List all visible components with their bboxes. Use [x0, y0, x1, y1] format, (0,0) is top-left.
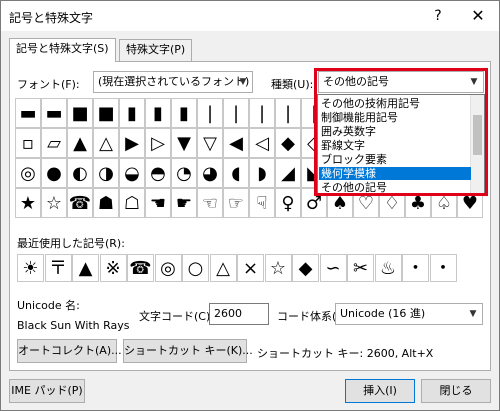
recent-symbol-cell[interactable]: ☆: [264, 254, 292, 282]
shortcut-key-button[interactable]: ショートカット キー(K)...: [123, 339, 253, 363]
symbol-cell[interactable]: ▫: [15, 128, 41, 158]
close-window-button[interactable]: ✕: [465, 5, 491, 27]
title-bar: 記号と特殊文字 ? ✕: [1, 1, 499, 31]
symbol-cell[interactable]: ◁: [249, 128, 275, 158]
symbol-cell[interactable]: |: [223, 98, 249, 128]
autocorrect-button[interactable]: オートコレクト(A)...: [17, 339, 122, 363]
symbol-cell[interactable]: ▼: [171, 128, 197, 158]
help-button[interactable]: ?: [425, 5, 451, 27]
symbol-cell[interactable]: ☗: [93, 188, 119, 218]
symbol-cell[interactable]: ◕: [197, 158, 223, 188]
symbol-cell[interactable]: ☎: [67, 188, 93, 218]
symbol-cell[interactable]: ◑: [93, 158, 119, 188]
tab-symbols[interactable]: 記号と特殊文字(S): [9, 38, 116, 62]
char-code-label: 文字コード(C):: [139, 310, 214, 323]
recent-symbol-cell[interactable]: 〒: [44, 254, 72, 282]
recent-symbol-cell[interactable]: ▲: [72, 254, 99, 282]
font-select[interactable]: (現在選択されているフォント) ▼: [93, 71, 253, 93]
symbol-cell[interactable]: ☛: [171, 188, 197, 218]
symbol-cell[interactable]: ◐: [67, 158, 93, 188]
symbol-cell[interactable]: ♀: [275, 188, 301, 218]
subset-label: 種類(U):: [271, 78, 314, 91]
symbol-cell[interactable]: ▮: [119, 98, 145, 128]
window-title: 記号と特殊文字: [9, 11, 94, 25]
symbol-cell[interactable]: |: [197, 98, 223, 128]
chevron-down-icon: ▼: [469, 309, 477, 319]
shortcut-info: ショートカット キー: 2600, Alt+X: [257, 347, 434, 360]
recent-symbol-cell[interactable]: △: [209, 254, 237, 282]
symbol-dialog: 記号と特殊文字 ? ✕ 記号と特殊文字(S) 特殊文字(P) フォント(F): …: [0, 0, 500, 411]
recent-symbol-cell[interactable]: ☎: [127, 254, 154, 282]
font-label: フォント(F):: [17, 78, 80, 91]
symbol-cell[interactable]: ●: [41, 158, 67, 188]
recent-symbol-cell[interactable]: ∽: [319, 254, 347, 282]
char-code-input[interactable]: 2600: [209, 303, 269, 325]
recent-symbol-cell[interactable]: ×: [237, 254, 264, 282]
recent-symbol-cell[interactable]: ♨: [374, 254, 402, 282]
symbol-cell[interactable]: ☆: [41, 188, 67, 218]
recent-symbol-cell[interactable]: ・: [402, 254, 429, 282]
symbol-cell[interactable]: ☜: [197, 188, 223, 218]
symbol-cell[interactable]: △: [93, 128, 119, 158]
close-button[interactable]: 閉じる: [421, 379, 491, 403]
symbol-cell[interactable]: ▱: [41, 128, 67, 158]
symbol-cell[interactable]: ◎: [15, 158, 41, 188]
symbol-cell[interactable]: ■: [93, 98, 119, 128]
font-select-value: (現在選択されているフォント): [98, 75, 250, 88]
symbol-cell[interactable]: ◀: [223, 128, 249, 158]
unicode-name-label: Unicode 名:: [17, 299, 80, 312]
chevron-down-icon: ▼: [239, 77, 247, 87]
recent-symbol-cell[interactable]: ◎: [154, 254, 182, 282]
recent-symbol-cell[interactable]: ・: [429, 254, 457, 282]
symbol-cell[interactable]: ★: [15, 188, 41, 218]
recent-symbol-cell[interactable]: ※: [99, 254, 127, 282]
symbol-cell[interactable]: ☞: [223, 188, 249, 218]
symbol-cell[interactable]: ◆: [275, 128, 301, 158]
unicode-name-value: Black Sun With Rays: [17, 319, 130, 332]
insert-button[interactable]: 挿入(I): [345, 379, 415, 403]
symbol-cell[interactable]: ▶: [119, 128, 145, 158]
symbol-cell[interactable]: ▷: [145, 128, 171, 158]
symbol-cell[interactable]: |: [275, 98, 301, 128]
symbol-cell[interactable]: ▲: [67, 128, 93, 158]
symbol-cell[interactable]: ◓: [145, 158, 171, 188]
ime-pad-button[interactable]: IME パッド(P): [9, 379, 85, 403]
symbol-cell[interactable]: ◗: [249, 158, 275, 188]
symbol-cell[interactable]: ◔: [171, 158, 197, 188]
code-system-value: Unicode (16 進): [340, 307, 426, 320]
symbol-cell[interactable]: ◒: [119, 158, 145, 188]
recent-symbol-cell[interactable]: ◆: [292, 254, 319, 282]
red-highlight-frame: [314, 68, 488, 196]
symbol-cell[interactable]: ▽: [197, 128, 223, 158]
symbol-cell[interactable]: ◢: [275, 158, 301, 188]
recent-symbol-cell[interactable]: ○: [182, 254, 209, 282]
recent-symbol-cell[interactable]: ✂: [347, 254, 374, 282]
symbol-cell[interactable]: ■: [67, 98, 93, 128]
symbol-cell[interactable]: ▮: [171, 98, 197, 128]
symbol-cell[interactable]: ▬: [15, 98, 41, 128]
symbol-cell[interactable]: ☚: [145, 188, 171, 218]
tab-special-characters[interactable]: 特殊文字(P): [119, 39, 193, 61]
symbol-cell[interactable]: ☖: [119, 188, 145, 218]
symbol-cell[interactable]: ▬: [41, 98, 67, 128]
recent-symbol-cell[interactable]: ☀: [17, 254, 44, 282]
symbol-cell[interactable]: ☟: [249, 188, 275, 218]
symbol-cell[interactable]: ◖: [223, 158, 249, 188]
recent-label: 最近使用した記号(R):: [17, 237, 125, 250]
code-system-select[interactable]: Unicode (16 進) ▼: [335, 303, 483, 325]
symbol-cell[interactable]: |: [249, 98, 275, 128]
symbol-cell[interactable]: ▮: [145, 98, 171, 128]
